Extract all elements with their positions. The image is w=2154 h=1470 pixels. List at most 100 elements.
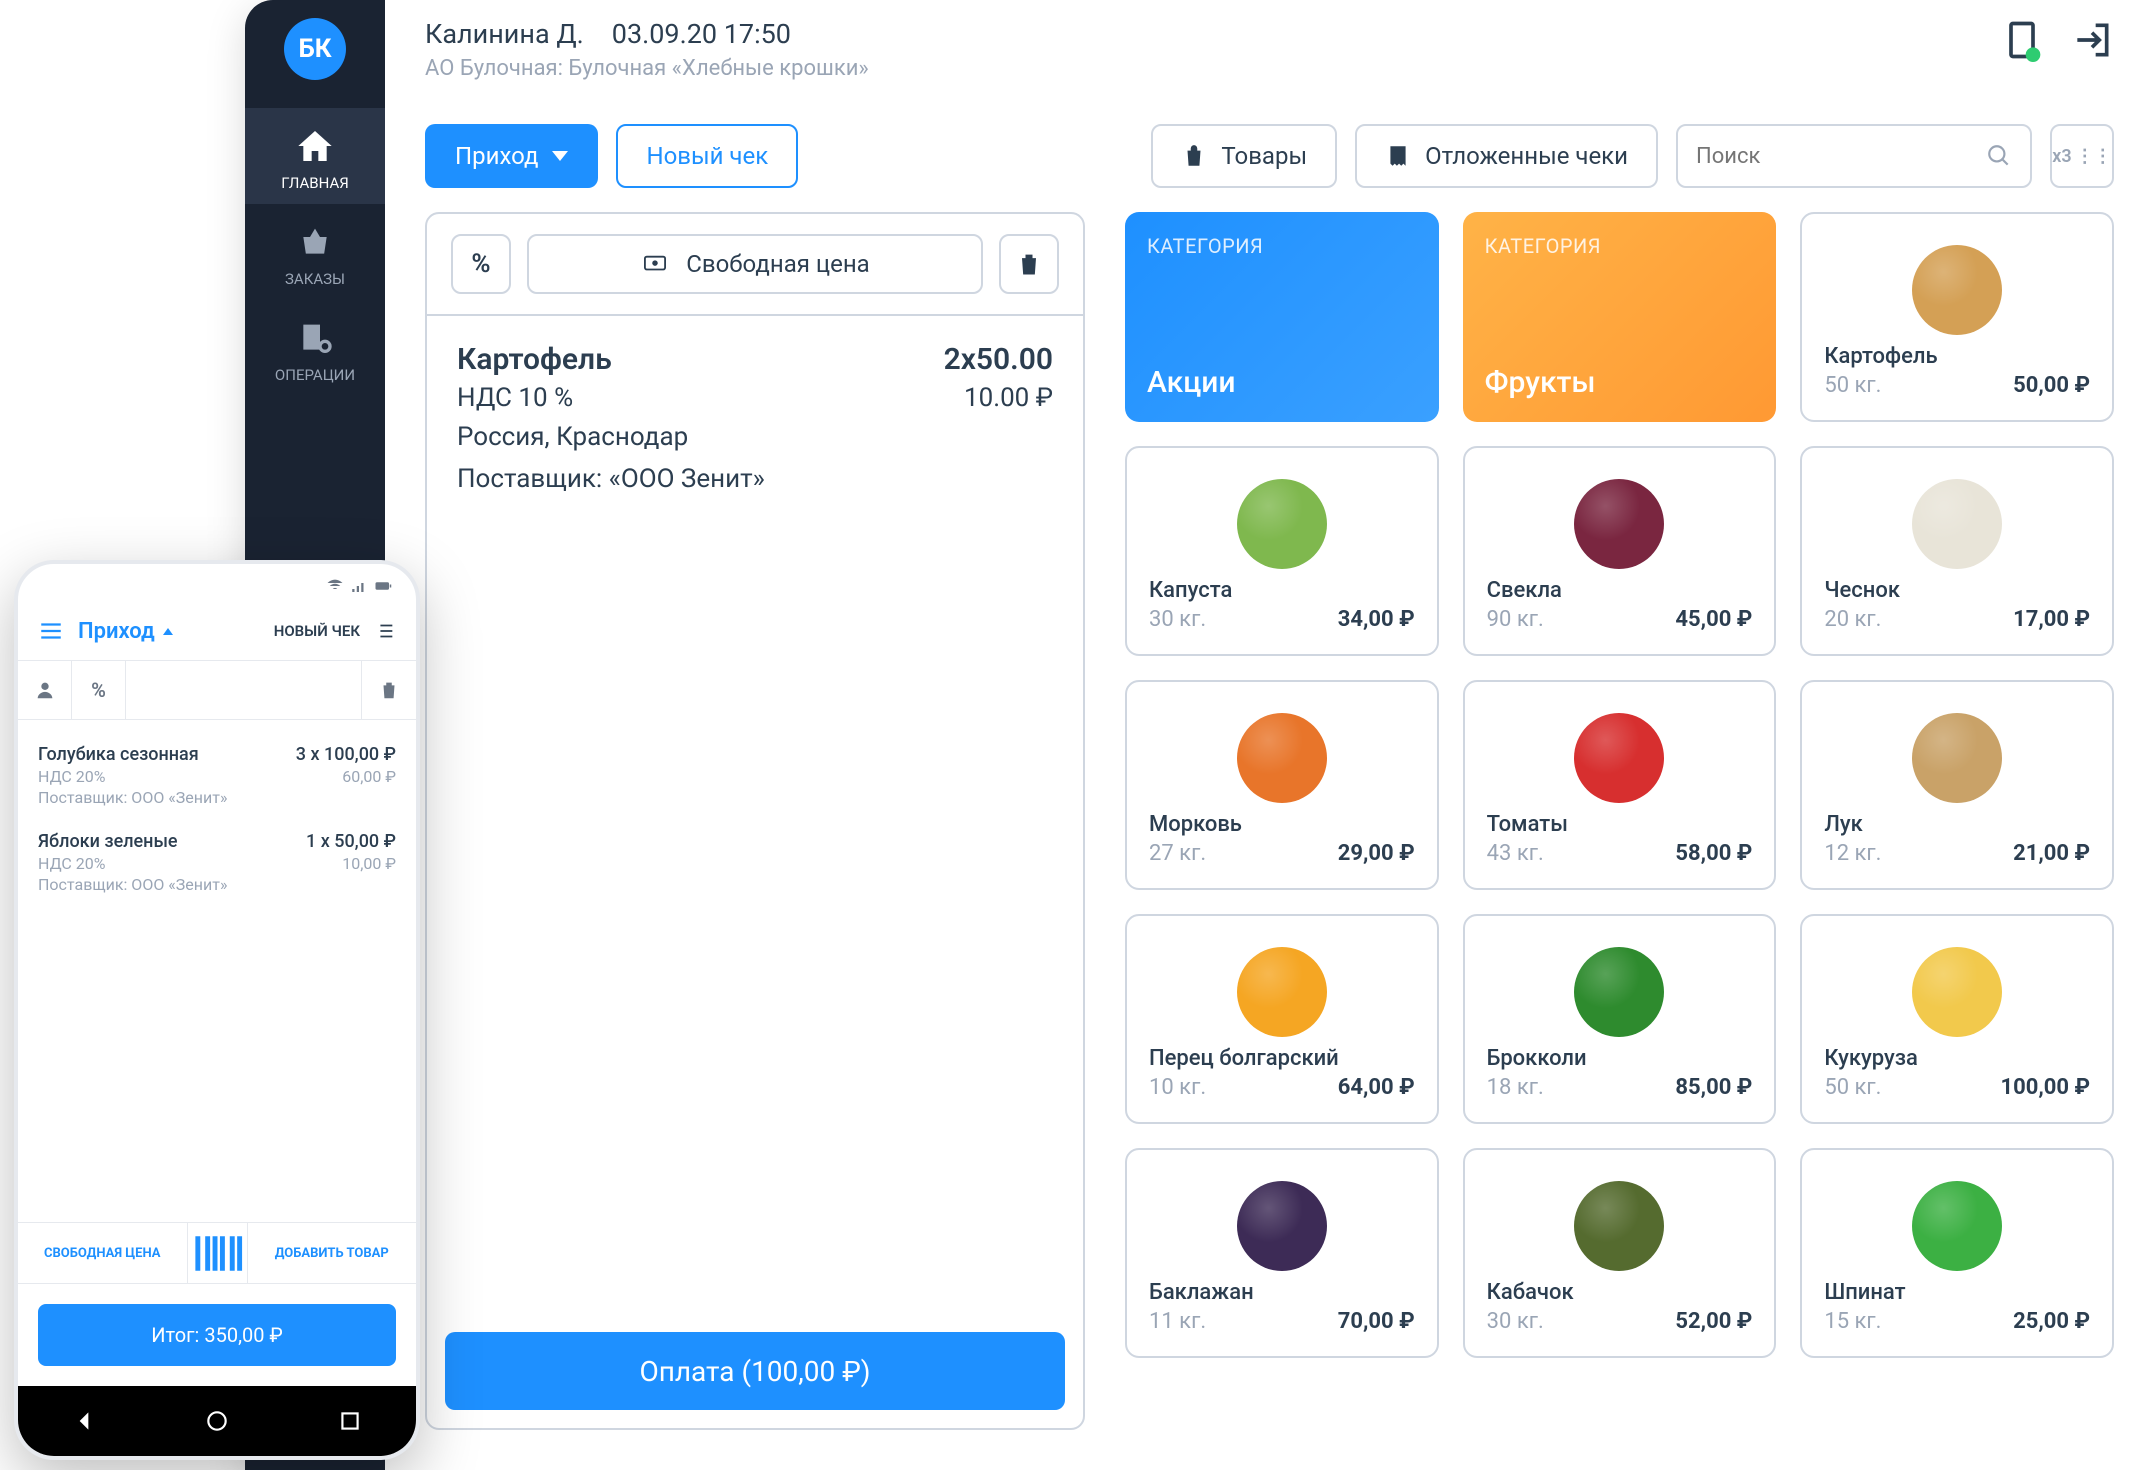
product-thumb — [1824, 1172, 2090, 1280]
product-image — [1237, 713, 1327, 803]
product-image — [1237, 1181, 1327, 1271]
phone-barcode-button[interactable] — [188, 1223, 248, 1283]
product-image — [1912, 245, 2002, 335]
product-card[interactable]: Чеснок 20 кг. 17,00 ₽ — [1800, 446, 2114, 656]
category-fruits-name: Фрукты — [1485, 365, 1755, 400]
free-price-button[interactable]: Свободная цена — [527, 234, 983, 294]
vat-label: НДС 10 % — [457, 383, 573, 413]
android-back[interactable] — [67, 1404, 101, 1438]
product-price: 25,00 ₽ — [2013, 1309, 2090, 1334]
product-card[interactable]: Брокколи 18 кг. 85,00 ₽ — [1463, 914, 1777, 1124]
product-card[interactable]: Шпинат 15 кг. 25,00 ₽ — [1800, 1148, 2114, 1358]
phone-item-qty: 3 х 100,00 ₽ — [296, 744, 396, 765]
deferred-receipts-button[interactable]: Отложенные чеки — [1355, 124, 1658, 188]
phone-title[interactable]: Приход — [78, 619, 155, 644]
category-fruits[interactable]: КАТЕГОРИЯ Фрукты — [1463, 212, 1777, 422]
pay-button[interactable]: Оплата (100,00 ₽) — [445, 1332, 1065, 1410]
product-thumb — [1149, 938, 1415, 1046]
category-label: КАТЕГОРИЯ — [1485, 234, 1755, 258]
phone-new-receipt[interactable]: НОВЫЙ ЧЕК — [274, 622, 360, 640]
search-box[interactable] — [1676, 124, 2032, 188]
phone-add-label: ДОБАВИТЬ ТОВАР — [275, 1246, 389, 1261]
product-weight: 15 кг. — [1824, 1309, 1881, 1334]
product-thumb — [1824, 704, 2090, 812]
phone-item-vat: НДС 20% — [38, 767, 106, 786]
phone-item-name: Яблоки зеленые — [38, 831, 178, 852]
category-promo-name: Акции — [1147, 365, 1417, 400]
products-label: Товары — [1221, 142, 1307, 170]
product-card[interactable]: Лук 12 кг. 21,00 ₽ — [1800, 680, 2114, 890]
product-card[interactable]: Томаты 43 кг. 58,00 ₽ — [1463, 680, 1777, 890]
product-thumb — [1824, 236, 2090, 344]
nav-home[interactable]: ГЛАВНАЯ — [245, 108, 385, 204]
list-icon[interactable] — [374, 620, 396, 642]
nav-orders-label: ЗАКАЗЫ — [285, 270, 345, 288]
phone-item[interactable]: Яблоки зеленые1 х 50,00 ₽ НДС 20%10,00 ₽… — [38, 821, 396, 908]
logout-icon[interactable] — [2070, 18, 2114, 62]
new-receipt-label: Новый чек — [646, 142, 768, 170]
nav-operations-label: ОПЕРАЦИИ — [275, 366, 355, 384]
phone-delete-button[interactable] — [362, 661, 416, 719]
trash-icon — [1015, 250, 1043, 278]
nav-operations[interactable]: ОПЕРАЦИИ — [245, 300, 385, 396]
product-image — [1912, 947, 2002, 1037]
tablet-window: БК ГЛАВНАЯ ЗАКАЗЫ ОПЕРАЦИИ Калинина Д. 0… — [245, 0, 2154, 1470]
phone-user-button[interactable] — [18, 661, 72, 719]
product-name: Лук — [1824, 812, 2090, 837]
receipt-status-icon[interactable] — [2000, 18, 2044, 62]
product-price: 29,00 ₽ — [1338, 841, 1415, 866]
phone-item-vat: НДС 20% — [38, 854, 106, 873]
product-thumb — [1487, 704, 1753, 812]
phone-total-button[interactable]: Итог: 350,00 ₽ — [38, 1304, 396, 1366]
products-grid: КАТЕГОРИЯ Акции КАТЕГОРИЯ Фрукты Картофе… — [1125, 212, 2114, 1430]
category-promo[interactable]: КАТЕГОРИЯ Акции — [1125, 212, 1439, 422]
product-weight: 27 кг. — [1149, 841, 1206, 866]
product-weight: 30 кг. — [1487, 1309, 1544, 1334]
product-name: Перец болгарский — [1149, 1046, 1415, 1071]
product-card[interactable]: Перец болгарский 10 кг. 64,00 ₽ — [1125, 914, 1439, 1124]
origin: Россия, Краснодар — [457, 417, 1053, 459]
product-card[interactable]: Картофель 50 кг. 50,00 ₽ — [1800, 212, 2114, 422]
receipt-body: Картофель 2x50.00 НДС 10 % 10.00 ₽ Росси… — [427, 316, 1083, 1314]
income-dropdown[interactable]: Приход — [425, 124, 598, 188]
products-button[interactable]: Товары — [1151, 124, 1337, 188]
menu-icon[interactable] — [38, 618, 64, 644]
product-name: Томаты — [1487, 812, 1753, 837]
search-icon — [1986, 143, 2012, 169]
search-input[interactable] — [1696, 144, 1974, 169]
new-receipt-button[interactable]: Новый чек — [616, 124, 798, 188]
product-card[interactable]: Капуста 30 кг. 34,00 ₽ — [1125, 446, 1439, 656]
nav-orders[interactable]: ЗАКАЗЫ — [245, 204, 385, 300]
product-thumb — [1149, 704, 1415, 812]
phone-actions: СВОБОДНАЯ ЦЕНА ДОБАВИТЬ ТОВАР — [18, 1222, 416, 1284]
terminal-gear-icon — [295, 318, 335, 358]
battery-icon — [374, 577, 392, 595]
phone-free-price-button[interactable]: СВОБОДНАЯ ЦЕНА — [18, 1223, 188, 1283]
phone-add-product-button[interactable]: ДОБАВИТЬ ТОВАР — [248, 1223, 417, 1283]
phone-item-supplier: Поставщик: ООО «Зенит» — [38, 788, 396, 807]
barcode-icon — [188, 1224, 247, 1283]
product-name: Баклажан — [1149, 1280, 1415, 1305]
product-name: Свекла — [1487, 578, 1753, 603]
android-recent[interactable] — [333, 1404, 367, 1438]
action-bar: Приход Новый чек Товары Отложенные чеки … — [385, 110, 2154, 212]
product-card[interactable]: Баклажан 11 кг. 70,00 ₽ — [1125, 1148, 1439, 1358]
discount-button[interactable]: % — [451, 234, 511, 294]
product-card[interactable]: Морковь 27 кг. 29,00 ₽ — [1125, 680, 1439, 890]
delete-button[interactable] — [999, 234, 1059, 294]
phone-item[interactable]: Голубика сезонная3 х 100,00 ₽ НДС 20%60,… — [38, 734, 396, 821]
product-image — [1574, 479, 1664, 569]
product-thumb — [1149, 1172, 1415, 1280]
product-name: Чеснок — [1824, 578, 2090, 603]
product-card[interactable]: Свекла 90 кг. 45,00 ₽ — [1463, 446, 1777, 656]
phone-discount-button[interactable]: % — [72, 661, 126, 719]
android-home[interactable] — [200, 1404, 234, 1438]
product-card[interactable]: Кукуруза 50 кг. 100,00 ₽ — [1800, 914, 2114, 1124]
product-name: Брокколи — [1487, 1046, 1753, 1071]
grid-toggle-button[interactable]: x3 ⋮⋮ — [2050, 124, 2114, 188]
phone-item-vat-val: 60,00 ₽ — [342, 767, 396, 786]
product-card[interactable]: Кабачок 30 кг. 52,00 ₽ — [1463, 1148, 1777, 1358]
product-weight: 43 кг. — [1487, 841, 1544, 866]
product-thumb — [1487, 938, 1753, 1046]
product-price: 45,00 ₽ — [1675, 607, 1752, 632]
